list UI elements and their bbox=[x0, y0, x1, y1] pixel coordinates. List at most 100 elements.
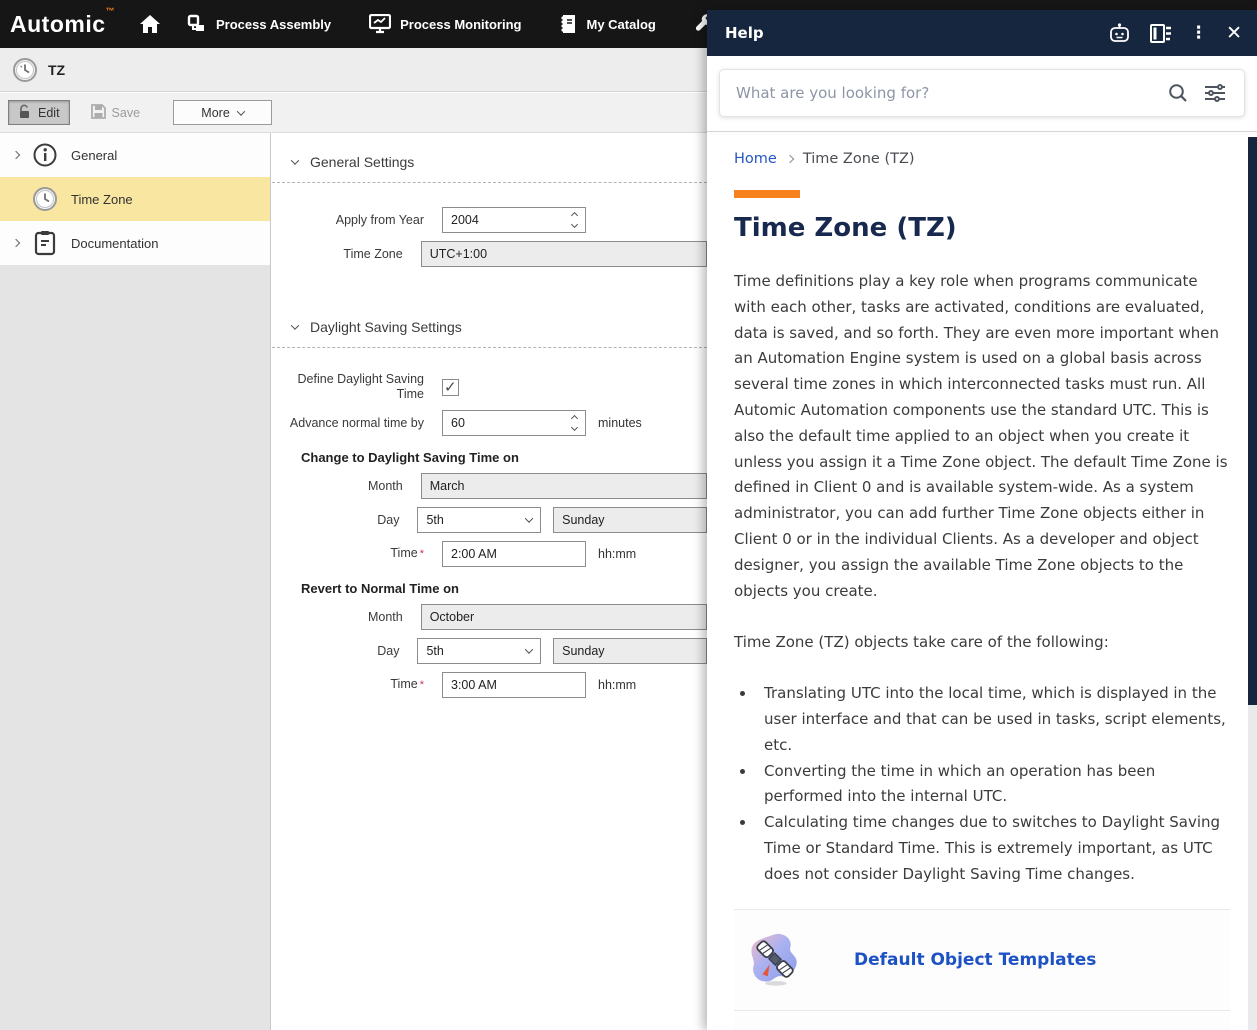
form-content: General Settings Apply from Year Time Zo… bbox=[272, 133, 707, 1030]
change-month-select[interactable]: March bbox=[421, 473, 707, 499]
change-time-row: Time* hh:mm bbox=[272, 541, 707, 567]
object-title: TZ bbox=[48, 62, 65, 78]
revert-time-input[interactable] bbox=[442, 672, 586, 698]
change-month-row: Month March bbox=[272, 473, 707, 499]
change-month-value: March bbox=[430, 479, 465, 493]
card-link-label[interactable]: Default Object Templates bbox=[854, 950, 1096, 970]
change-time-input[interactable] bbox=[442, 541, 586, 567]
save-button-label: Save bbox=[112, 106, 141, 120]
home-icon bbox=[139, 14, 161, 34]
time-zone-label: Time Zone bbox=[272, 247, 403, 262]
help-paragraph: Time Zone (TZ) objects take care of the … bbox=[734, 630, 1230, 656]
help-article-title: Time Zone (TZ) bbox=[734, 213, 1230, 243]
advance-time-stepper bbox=[442, 410, 586, 436]
time-format-hint: hh:mm bbox=[598, 547, 636, 561]
sidebar-item-general[interactable]: General bbox=[0, 133, 270, 177]
help-bullet-list: Translating UTC into the local time, whi… bbox=[756, 681, 1230, 887]
filter-sliders-icon[interactable] bbox=[1204, 83, 1226, 103]
breadcrumb-home-link[interactable]: Home bbox=[734, 151, 777, 167]
help-panel-title: Help bbox=[725, 24, 1108, 42]
help-search-input[interactable] bbox=[736, 84, 1152, 102]
revert-weekday-value: Sunday bbox=[562, 644, 604, 658]
day-label: Day bbox=[272, 644, 399, 659]
chevron-down-icon bbox=[237, 107, 245, 115]
catalog-icon bbox=[560, 14, 578, 34]
help-search-area bbox=[707, 56, 1257, 131]
revert-day-value: 5th bbox=[426, 644, 443, 658]
section-divider bbox=[272, 182, 707, 183]
tab-label: Process Assembly bbox=[216, 17, 331, 32]
revert-time-row: Time* hh:mm bbox=[272, 672, 707, 698]
stepper-arrows[interactable] bbox=[563, 213, 585, 227]
change-day-value: 5th bbox=[426, 513, 443, 527]
time-format-hint: hh:mm bbox=[598, 678, 636, 692]
change-weekday-value: Sunday bbox=[562, 513, 604, 527]
apply-from-year-input[interactable] bbox=[443, 213, 563, 227]
help-panel-header: Help ⋮ ✕ bbox=[707, 10, 1257, 56]
revert-day-select[interactable]: 5th bbox=[417, 638, 541, 664]
section-title: General Settings bbox=[310, 154, 414, 170]
process-monitoring-icon bbox=[369, 14, 391, 34]
sidebar-item-label: General bbox=[71, 148, 117, 163]
save-button[interactable]: Save bbox=[82, 100, 150, 125]
help-divider bbox=[707, 131, 1257, 132]
unlock-icon bbox=[18, 104, 32, 122]
advance-time-input[interactable] bbox=[443, 416, 563, 430]
sidebar: General Time Zone Documentation bbox=[0, 133, 271, 1030]
revert-month-value: October bbox=[430, 610, 474, 624]
collapse-chevron-icon bbox=[291, 321, 299, 329]
time-zone-field[interactable]: UTC+1:00 bbox=[421, 241, 707, 267]
card-default-object-templates[interactable]: Default Object Templates bbox=[734, 909, 1230, 1010]
home-button[interactable] bbox=[139, 14, 161, 34]
bullet-item: Converting the time in which an operatio… bbox=[756, 759, 1230, 811]
satellite-icon bbox=[748, 930, 802, 990]
clock-icon bbox=[31, 185, 59, 213]
sidebar-item-time-zone[interactable]: Time Zone bbox=[0, 177, 270, 221]
section-divider bbox=[272, 347, 707, 348]
help-article: Home Time Zone (TZ) Time Zone (TZ) Time … bbox=[707, 151, 1257, 1030]
change-day-select[interactable]: 5th bbox=[417, 507, 541, 533]
stepper-arrows[interactable] bbox=[563, 416, 585, 430]
help-scrollbar-thumb[interactable] bbox=[1248, 137, 1257, 705]
time-zone-row: Time Zone UTC+1:00 bbox=[272, 241, 707, 267]
close-icon[interactable]: ✕ bbox=[1226, 22, 1242, 44]
related-topic-cards: Default Object Templates Defining Time Z… bbox=[734, 909, 1230, 1030]
bullet-item: Calculating time changes due to switches… bbox=[756, 810, 1230, 887]
sidebar-item-documentation[interactable]: Documentation bbox=[0, 221, 270, 265]
time-label: Time* bbox=[272, 677, 424, 693]
revert-weekday-select[interactable]: Sunday bbox=[553, 638, 707, 664]
define-dst-label: Define Daylight Saving Time bbox=[272, 372, 424, 402]
tab-my-catalog[interactable]: My Catalog bbox=[560, 14, 656, 34]
define-dst-checkbox[interactable] bbox=[442, 379, 459, 396]
advance-time-unit: minutes bbox=[598, 416, 642, 430]
open-in-panel-icon[interactable] bbox=[1150, 24, 1171, 43]
tab-process-assembly[interactable]: Process Assembly bbox=[187, 14, 331, 34]
bullet-item: Translating UTC into the local time, whi… bbox=[756, 681, 1230, 758]
card-defining-time-zone-objects[interactable]: Defining Time Zone Objects bbox=[734, 1010, 1230, 1030]
automic-logo: Automic™ bbox=[10, 11, 115, 38]
sidebar-items: General Time Zone Documentation bbox=[0, 133, 270, 265]
day-label: Day bbox=[272, 513, 399, 528]
revert-month-select[interactable]: October bbox=[421, 604, 707, 630]
kebab-menu-icon[interactable]: ⋮ bbox=[1190, 28, 1207, 38]
general-settings-section-header[interactable]: General Settings bbox=[292, 154, 707, 170]
save-icon bbox=[91, 104, 106, 122]
accent-bar bbox=[734, 190, 800, 198]
revert-day-row: Day 5th Sunday bbox=[272, 638, 707, 664]
help-panel: Help ⋮ ✕ Home bbox=[707, 10, 1257, 1030]
change-weekday-select[interactable]: Sunday bbox=[553, 507, 707, 533]
more-button[interactable]: More bbox=[173, 100, 272, 125]
define-dst-row: Define Daylight Saving Time bbox=[272, 372, 707, 402]
search-icon[interactable] bbox=[1168, 83, 1188, 103]
breadcrumb-chevron-icon bbox=[786, 155, 794, 163]
time-zone-value: UTC+1:00 bbox=[430, 247, 487, 261]
expand-chevron-icon[interactable] bbox=[13, 152, 29, 158]
tab-process-monitoring[interactable]: Process Monitoring bbox=[369, 14, 521, 34]
change-to-dst-heading: Change to Daylight Saving Time on bbox=[301, 450, 707, 465]
revert-month-row: Month October bbox=[272, 604, 707, 630]
month-label: Month bbox=[272, 479, 403, 494]
assistant-bot-icon[interactable] bbox=[1108, 22, 1131, 44]
edit-button[interactable]: Edit bbox=[8, 100, 70, 125]
daylight-saving-section-header[interactable]: Daylight Saving Settings bbox=[292, 319, 707, 335]
expand-chevron-icon[interactable] bbox=[13, 240, 29, 246]
